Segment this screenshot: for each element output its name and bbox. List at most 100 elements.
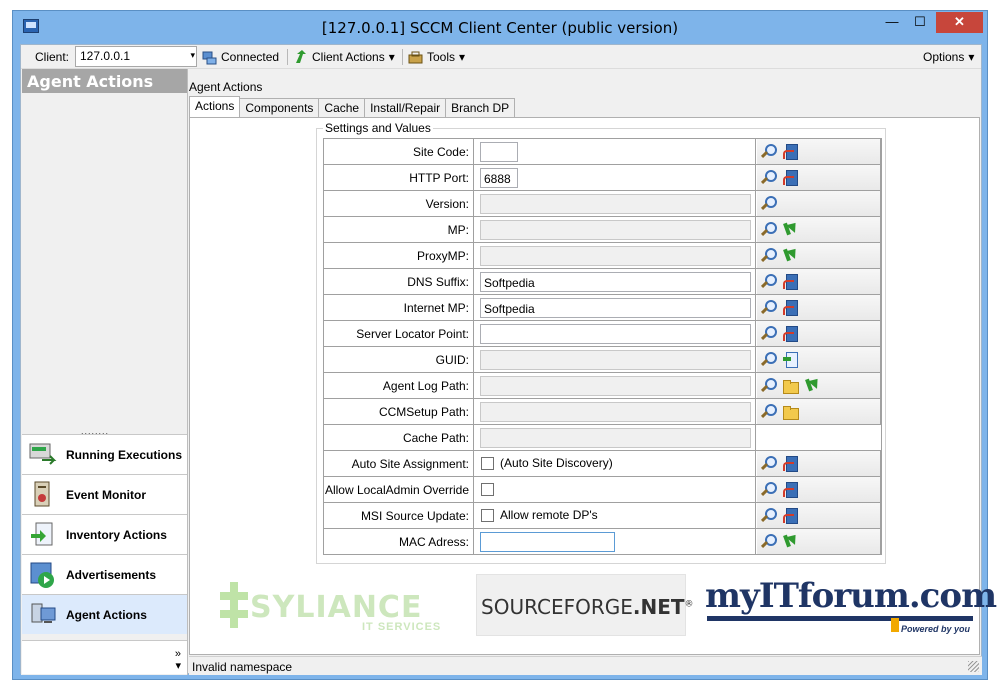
green-arrow-icon[interactable]: [803, 377, 821, 395]
reset-icon[interactable]: [781, 507, 799, 525]
reset-icon[interactable]: [781, 169, 799, 187]
new-guid-icon[interactable]: [781, 351, 799, 369]
client-area: Client: 127.0.0.1 ▾ Connected Client Act…: [20, 44, 997, 675]
checkbox-label: Allow remote DP's: [500, 508, 598, 522]
navigation-pane: Agent Actions ........ Running Execution…: [21, 69, 188, 675]
nav-event-monitor[interactable]: Event Monitor: [22, 474, 187, 514]
allow-remote-dps-checkbox[interactable]: [481, 509, 494, 522]
nav-pane-header: Agent Actions: [22, 69, 187, 93]
reset-icon[interactable]: [781, 481, 799, 499]
dns-suffix-input[interactable]: Softpedia: [480, 272, 751, 292]
search-icon[interactable]: [759, 299, 777, 317]
search-icon[interactable]: [759, 403, 777, 421]
nav-label: Advertisements: [66, 567, 157, 582]
syliance-wordmark: SYLIANCE: [250, 590, 423, 625]
tab-cache[interactable]: Cache: [318, 98, 366, 117]
tab-actions[interactable]: Actions: [189, 96, 241, 117]
server-locator-point-input[interactable]: [480, 324, 751, 344]
search-icon[interactable]: [759, 221, 777, 239]
green-arrow-icon[interactable]: [781, 221, 799, 239]
myitforum-tagline: Powered by you: [901, 624, 971, 634]
title-bar[interactable]: [127.0.0.1] SCCM Client Center (public v…: [13, 11, 987, 44]
reset-icon[interactable]: [781, 455, 799, 473]
search-icon[interactable]: [759, 455, 777, 473]
status-bar: Invalid namespace: [189, 656, 982, 675]
search-icon[interactable]: [759, 507, 777, 525]
site-code-input[interactable]: [480, 142, 518, 162]
row-label: MSI Source Update:: [324, 503, 474, 528]
client-actions-menu[interactable]: Client Actions ▾: [293, 48, 395, 66]
row-msi-source-update: MSI Source Update: Allow remote DP's: [324, 503, 881, 529]
nav-inventory-actions[interactable]: Inventory Actions: [22, 514, 187, 554]
connected-button[interactable]: Connected: [202, 48, 279, 66]
syliance-subtitle: IT SERVICES: [362, 621, 442, 633]
nav-overflow[interactable]: » ▾: [22, 640, 187, 674]
running-executions-icon: [28, 440, 58, 470]
row-label: Auto Site Assignment:: [324, 451, 474, 476]
row-internet-mp: Internet MP: Softpedia: [324, 295, 881, 321]
search-icon[interactable]: [759, 169, 777, 187]
reset-icon[interactable]: [781, 299, 799, 317]
inventory-actions-icon: [28, 520, 58, 550]
internet-mp-input[interactable]: Softpedia: [480, 298, 751, 318]
sourceforge-wordmark: SOURCEFORGE.NET®: [481, 595, 694, 619]
search-icon[interactable]: [759, 481, 777, 499]
green-arrow-icon[interactable]: [781, 533, 799, 551]
close-button[interactable]: ✕: [936, 12, 983, 33]
tools-menu[interactable]: Tools ▾: [408, 48, 465, 66]
maximize-button[interactable]: ☐: [906, 12, 934, 33]
row-label: Site Code:: [324, 139, 474, 164]
row-mp: MP:: [324, 217, 881, 243]
green-arrow-icon[interactable]: [781, 247, 799, 265]
http-port-input[interactable]: 6888: [480, 168, 518, 188]
nav-label: Agent Actions: [66, 607, 147, 622]
myitforum-wordmark: myITforum.com: [705, 576, 997, 616]
folder-icon[interactable]: [781, 404, 799, 420]
guid-field: [480, 350, 751, 370]
reset-icon[interactable]: [781, 143, 799, 161]
row-label: Server Locator Point:: [324, 321, 474, 346]
chevron-down-icon: ▾: [190, 50, 195, 60]
search-icon[interactable]: [759, 351, 777, 369]
options-menu[interactable]: Options ▾: [923, 48, 974, 66]
search-icon[interactable]: [759, 195, 777, 213]
search-icon[interactable]: [759, 143, 777, 161]
row-version: Version:: [324, 191, 881, 217]
search-icon[interactable]: [759, 273, 777, 291]
sourceforge-logo[interactable]: SOURCEFORGE.NET®: [476, 574, 694, 636]
reset-icon[interactable]: [781, 273, 799, 291]
syliance-logo[interactable]: SYLIANCE IT SERVICES: [210, 580, 460, 636]
row-guid: GUID:: [324, 347, 881, 373]
client-select[interactable]: 127.0.0.1 ▾: [75, 46, 197, 67]
row-label: MP:: [324, 217, 474, 242]
allow-localadmin-override-checkbox[interactable]: [481, 483, 494, 496]
chevron-down-icon: ▾: [175, 660, 181, 672]
row-agent-log-path: Agent Log Path:: [324, 373, 881, 399]
nav-advertisements[interactable]: Advertisements: [22, 554, 187, 594]
syliance-symbol: [220, 582, 254, 628]
nav-running-executions[interactable]: Running Executions: [22, 434, 187, 474]
myitforum-logo[interactable]: myITforum.com Powered by you: [705, 574, 997, 638]
row-http-port: HTTP Port: 6888: [324, 165, 881, 191]
reset-icon[interactable]: [781, 325, 799, 343]
myitforum-underline: [707, 616, 973, 621]
folder-icon[interactable]: [781, 378, 799, 394]
tab-install-repair[interactable]: Install/Repair: [364, 98, 447, 117]
tools-icon: [408, 50, 423, 65]
auto-site-discovery-checkbox[interactable]: [481, 457, 494, 470]
connected-label: Connected: [221, 50, 280, 64]
search-icon[interactable]: [759, 533, 777, 551]
chevron-down-icon: ▾: [388, 50, 395, 64]
row-dns-suffix: DNS Suffix: Softpedia: [324, 269, 881, 295]
nav-agent-actions[interactable]: Agent Actions: [22, 594, 187, 634]
tab-branch-dp[interactable]: Branch DP: [445, 98, 516, 117]
minimize-button[interactable]: —: [878, 12, 906, 33]
mp-field: [480, 220, 751, 240]
tab-components[interactable]: Components: [239, 98, 320, 117]
search-icon[interactable]: [759, 247, 777, 265]
mac-adress-input[interactable]: [480, 532, 615, 552]
search-icon[interactable]: [759, 377, 777, 395]
resize-grip-icon[interactable]: [968, 661, 979, 672]
row-label: HTTP Port:: [324, 165, 474, 190]
search-icon[interactable]: [759, 325, 777, 343]
